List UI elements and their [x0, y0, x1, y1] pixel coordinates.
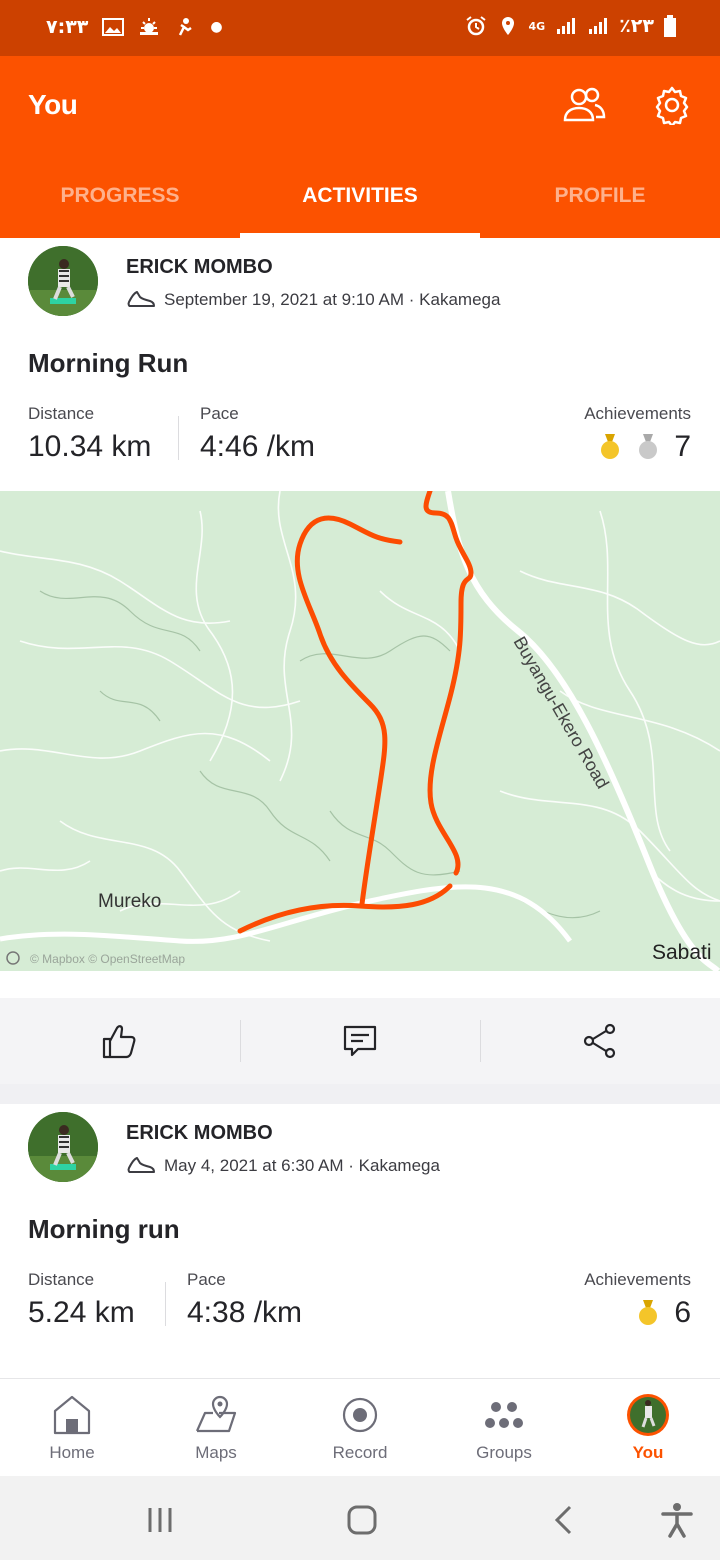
distance-value: 5.24 km: [28, 1296, 135, 1329]
battery-percent: ٪٢٣: [619, 15, 654, 37]
avatar: [627, 1394, 669, 1436]
nav-you-label: You: [632, 1443, 664, 1462]
activity-card[interactable]: ERICK MOMBO September 19, 2021 at 9:10 A…: [0, 238, 720, 998]
signal-icon-2: [589, 18, 608, 34]
achievements-label: Achievements: [584, 1270, 691, 1289]
settings-gear-icon[interactable]: [652, 85, 692, 125]
friends-icon[interactable]: [562, 86, 606, 124]
weather-icon: [140, 18, 159, 35]
activity-actions: [0, 998, 720, 1084]
activity-title[interactable]: Morning Run: [28, 348, 188, 379]
achievements-count: 7: [674, 430, 691, 463]
nav-groups-label: Groups: [476, 1443, 532, 1462]
athlete-name[interactable]: ERICK MOMBO: [126, 1122, 273, 1145]
run-shoe-icon: [127, 1157, 155, 1173]
map-place-sabati: Sabati: [652, 941, 712, 964]
activity-meta: May 4, 2021 at 6:30 AM · Kakamega: [126, 1154, 440, 1178]
stat-divider: [178, 416, 179, 460]
distance-label: Distance: [28, 1270, 95, 1289]
pace-label: Pace: [200, 404, 239, 423]
thumbs-up-icon: [102, 1025, 136, 1059]
tab-profile[interactable]: PROFILE: [480, 168, 720, 238]
achievements-stat: Achievements 7: [584, 404, 691, 464]
nav-maps[interactable]: Maps: [144, 1379, 288, 1476]
route-map[interactable]: Mureko Buyangu-Ekero Road Sabati © Mapbo…: [0, 491, 720, 971]
record-icon: [342, 1397, 378, 1433]
share-button[interactable]: [480, 998, 720, 1084]
comment-icon: [343, 1025, 377, 1057]
battery-icon: [664, 15, 676, 37]
nav-home[interactable]: Home: [0, 1379, 144, 1476]
run-shoe-icon: [127, 291, 155, 307]
activity-date-location: September 19, 2021 at 9:10 AM · Kakamega: [164, 290, 501, 309]
tab-activities[interactable]: ACTIVITIES: [240, 168, 480, 238]
page-title: You: [28, 89, 78, 120]
clock: ٧:٣٣: [46, 16, 89, 38]
tab-progress[interactable]: PROGRESS: [0, 168, 240, 238]
achievements-stat: Achievements 6: [584, 1270, 691, 1330]
pace-stat: Pace 4:46 /km: [200, 404, 315, 464]
map-place-mureko: Mureko: [98, 891, 161, 912]
nav-you[interactable]: You: [576, 1379, 720, 1476]
athlete-name[interactable]: ERICK MOMBO: [126, 256, 273, 279]
activity-date-location: May 4, 2021 at 6:30 AM · Kakamega: [164, 1156, 440, 1175]
activity-meta: September 19, 2021 at 9:10 AM · Kakamega: [126, 288, 500, 312]
back-icon[interactable]: [552, 1504, 576, 1536]
pace-value: 4:38 /km: [187, 1296, 303, 1329]
share-icon: [583, 1023, 616, 1059]
map-icon: [195, 1395, 237, 1433]
home-button-icon[interactable]: [346, 1504, 378, 1536]
pace-stat: Pace 4:38 /km: [187, 1270, 302, 1330]
stat-divider: [165, 1282, 166, 1326]
status-bar: ٧:٣٣ ● 4G ٪٢٣: [0, 0, 720, 56]
nav-maps-label: Maps: [195, 1443, 237, 1462]
dot-icon: ●: [210, 19, 223, 35]
recent-apps-icon[interactable]: [146, 1506, 174, 1534]
gold-medal-icon: [639, 1300, 658, 1325]
athlete-avatar[interactable]: [28, 1112, 98, 1182]
home-icon: [53, 1395, 91, 1435]
map-attribution[interactable]: © Mapbox © OpenStreetMap: [30, 952, 185, 966]
activity-icon: [179, 18, 193, 36]
activity-feed[interactable]: ERICK MOMBO September 19, 2021 at 9:10 A…: [0, 238, 720, 1378]
nav-record-label: Record: [332, 1443, 388, 1462]
signal-icon: [557, 18, 576, 34]
athlete-avatar[interactable]: [28, 246, 98, 316]
achievements-count: 6: [674, 1296, 691, 1329]
system-navigation-bar: [0, 1476, 720, 1560]
alarm-icon: [465, 16, 486, 36]
map-canvas: Mureko Buyangu-Ekero Road Sabati © Mapbo…: [0, 491, 720, 971]
app-header: You PROGRESS ACTIVITIES PROFILE: [0, 56, 720, 238]
bottom-navigation: Home Maps Record Groups You: [0, 1378, 720, 1476]
groups-icon: [485, 1402, 523, 1428]
achievements-label: Achievements: [584, 404, 691, 423]
network-type: 4G: [528, 19, 546, 33]
activity-card[interactable]: ERICK MOMBO May 4, 2021 at 6:30 AM · Kak…: [0, 1104, 720, 1378]
location-icon: [501, 17, 514, 35]
accessibility-icon[interactable]: [660, 1502, 694, 1538]
gold-medal-icon: [601, 434, 620, 459]
activity-title[interactable]: Morning run: [28, 1214, 180, 1245]
distance-stat: Distance 5.24 km: [28, 1270, 135, 1330]
nav-groups[interactable]: Groups: [432, 1379, 576, 1476]
comment-button[interactable]: [240, 998, 480, 1084]
nav-record[interactable]: Record: [288, 1379, 432, 1476]
gallery-icon: [102, 18, 125, 36]
pace-label: Pace: [187, 1270, 226, 1289]
distance-label: Distance: [28, 404, 95, 423]
distance-stat: Distance 10.34 km: [28, 404, 151, 464]
kudos-button[interactable]: [0, 998, 240, 1084]
pace-value: 4:46 /km: [200, 430, 316, 463]
distance-value: 10.34 km: [28, 430, 152, 463]
silver-medal-icon: [639, 434, 658, 459]
nav-home-label: Home: [49, 1443, 95, 1462]
tab-bar: PROGRESS ACTIVITIES PROFILE: [0, 168, 720, 238]
